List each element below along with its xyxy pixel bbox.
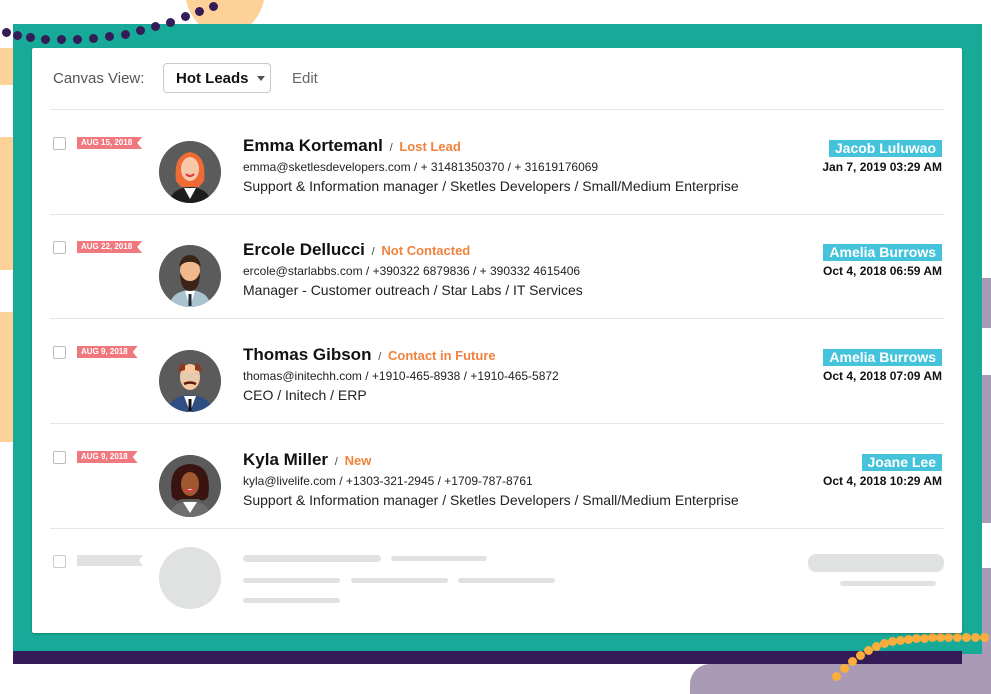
lead-role: Support & Information manager / Sketles … <box>243 178 739 194</box>
skeleton-line <box>243 578 340 583</box>
lead-info: Emma Kortemanl / Lost Lead emma@sketlesd… <box>243 136 739 194</box>
toolbar: Canvas View: Hot Leads Edit <box>32 48 962 108</box>
lead-timestamp: Oct 4, 2018 10:29 AM <box>823 474 942 488</box>
canvas-view-dropdown[interactable]: Hot Leads <box>163 63 271 93</box>
lead-role: Support & Information manager / Sketles … <box>243 492 739 508</box>
lead-name[interactable]: Emma Kortemanl <box>243 136 383 155</box>
decorative-dot <box>953 633 962 642</box>
separator: / <box>334 456 338 468</box>
lead-info: Thomas Gibson / Contact in Future thomas… <box>243 345 559 403</box>
loading-placeholder-row <box>32 528 962 632</box>
skeleton-avatar <box>159 547 221 609</box>
separator: / <box>371 246 375 258</box>
lead-row[interactable]: AUG 22, 2018 Ercole Dellucci / Not Conta… <box>32 214 962 318</box>
lead-row[interactable]: AUG 9, 2018 Kyla Miller / New kyla@livel… <box>32 424 962 528</box>
decorative-dot <box>89 34 98 43</box>
owner-badge: Jacob Luluwao <box>828 140 942 157</box>
decorative-dot <box>209 2 218 11</box>
decorative-dot <box>121 30 130 39</box>
leads-panel: Canvas View: Hot Leads Edit AUG 15, 2018… <box>32 48 962 633</box>
date-tag: AUG 22, 2018 <box>77 241 142 253</box>
skeleton-line <box>243 555 381 562</box>
lead-owner-block: Joane Lee Oct 4, 2018 10:29 AM <box>823 454 942 488</box>
lead-status: Lost Lead <box>399 139 461 154</box>
decorative-dot <box>57 35 66 44</box>
lead-status: Not Contacted <box>381 243 471 258</box>
edit-link[interactable]: Edit <box>292 70 318 87</box>
lead-name[interactable]: Thomas Gibson <box>243 345 371 364</box>
lead-contact: ercole@starlabbs.com / +390322 6879836 /… <box>243 264 581 278</box>
separator: / <box>378 351 382 363</box>
lead-status: New <box>344 453 372 468</box>
decorative-dot <box>151 22 160 31</box>
date-tag: AUG 15, 2018 <box>77 137 142 149</box>
decorative-dot <box>13 31 22 40</box>
lead-name[interactable]: Ercole Dellucci <box>243 240 365 259</box>
lead-name-line: Kyla Miller / New <box>243 450 739 470</box>
avatar <box>159 350 221 412</box>
skeleton-owner-badge <box>808 554 944 572</box>
separator: / <box>389 142 393 154</box>
lead-name-line: Thomas Gibson / Contact in Future <box>243 345 559 365</box>
lead-contact: kyla@livelife.com / +1303-321-2945 / +17… <box>243 474 533 488</box>
lead-info: Kyla Miller / New kyla@livelife.com / +1… <box>243 450 739 508</box>
lead-name[interactable]: Kyla Miller <box>243 450 328 469</box>
decorative-dot <box>26 33 35 42</box>
decorative-dot <box>980 633 989 642</box>
decorative-dot <box>105 32 114 41</box>
decorative-dot <box>971 633 980 642</box>
decorative-dot <box>166 18 175 27</box>
lead-row[interactable]: AUG 9, 2018 Thomas Gibson / Contact in F… <box>32 319 962 423</box>
decorative-dot <box>832 672 841 681</box>
decorative-dot <box>840 664 849 673</box>
decorative-dot <box>944 633 953 642</box>
lead-name-line: Emma Kortemanl / Lost Lead <box>243 136 739 156</box>
lead-owner-block: Amelia Burrows Oct 4, 2018 06:59 AM <box>823 244 942 278</box>
lead-info: Ercole Dellucci / Not Contacted ercole@s… <box>243 240 583 298</box>
lead-owner-block: Amelia Burrows Oct 4, 2018 07:09 AM <box>823 349 942 383</box>
row-checkbox[interactable] <box>53 555 66 568</box>
skeleton-line <box>351 578 448 583</box>
lead-timestamp: Oct 4, 2018 06:59 AM <box>823 264 942 278</box>
skeleton-line <box>458 578 555 583</box>
row-checkbox[interactable] <box>53 346 66 359</box>
avatar <box>159 455 221 517</box>
owner-badge: Amelia Burrows <box>823 349 942 366</box>
decorative-dot <box>2 28 11 37</box>
lead-row[interactable]: AUG 15, 2018 Emma Kortemanl / Lost Lead … <box>32 110 962 214</box>
row-checkbox[interactable] <box>53 137 66 150</box>
decorative-dot <box>41 35 50 44</box>
lead-contact: thomas@initechh.com / +1910-465-8938 / +… <box>243 369 559 383</box>
skeleton-line <box>243 598 340 603</box>
row-checkbox[interactable] <box>53 451 66 464</box>
date-tag: AUG 9, 2018 <box>77 346 138 358</box>
frame-bottom-band <box>13 651 962 664</box>
canvas-view-selected: Hot Leads <box>176 69 249 87</box>
decorative-dot <box>181 12 190 21</box>
decorative-dot <box>136 26 145 35</box>
lead-name-line: Ercole Dellucci / Not Contacted <box>243 240 583 260</box>
chevron-down-icon <box>256 75 265 81</box>
decorative-dot <box>73 35 82 44</box>
canvas-view-label: Canvas View: <box>53 70 145 87</box>
date-tag: AUG 9, 2018 <box>77 451 138 463</box>
lead-status: Contact in Future <box>388 348 496 363</box>
lead-timestamp: Jan 7, 2019 03:29 AM <box>822 160 942 174</box>
skeleton-line <box>391 556 487 561</box>
decorative-dot <box>195 7 204 16</box>
owner-badge: Amelia Burrows <box>823 244 942 261</box>
decorative-dot <box>848 657 857 666</box>
avatar <box>159 141 221 203</box>
row-checkbox[interactable] <box>53 241 66 254</box>
lead-role: CEO / Initech / ERP <box>243 387 367 403</box>
decorative-dot <box>962 633 971 642</box>
lead-role: Manager - Customer outreach / Star Labs … <box>243 282 583 298</box>
lead-owner-block: Jacob Luluwao Jan 7, 2019 03:29 AM <box>822 140 942 174</box>
skeleton-line <box>840 581 936 586</box>
skeleton-date-tag <box>77 555 143 566</box>
lead-contact: emma@sketlesdevelopers.com / + 314813503… <box>243 160 599 174</box>
avatar <box>159 245 221 307</box>
owner-badge: Joane Lee <box>861 454 942 471</box>
lead-timestamp: Oct 4, 2018 07:09 AM <box>823 369 942 383</box>
